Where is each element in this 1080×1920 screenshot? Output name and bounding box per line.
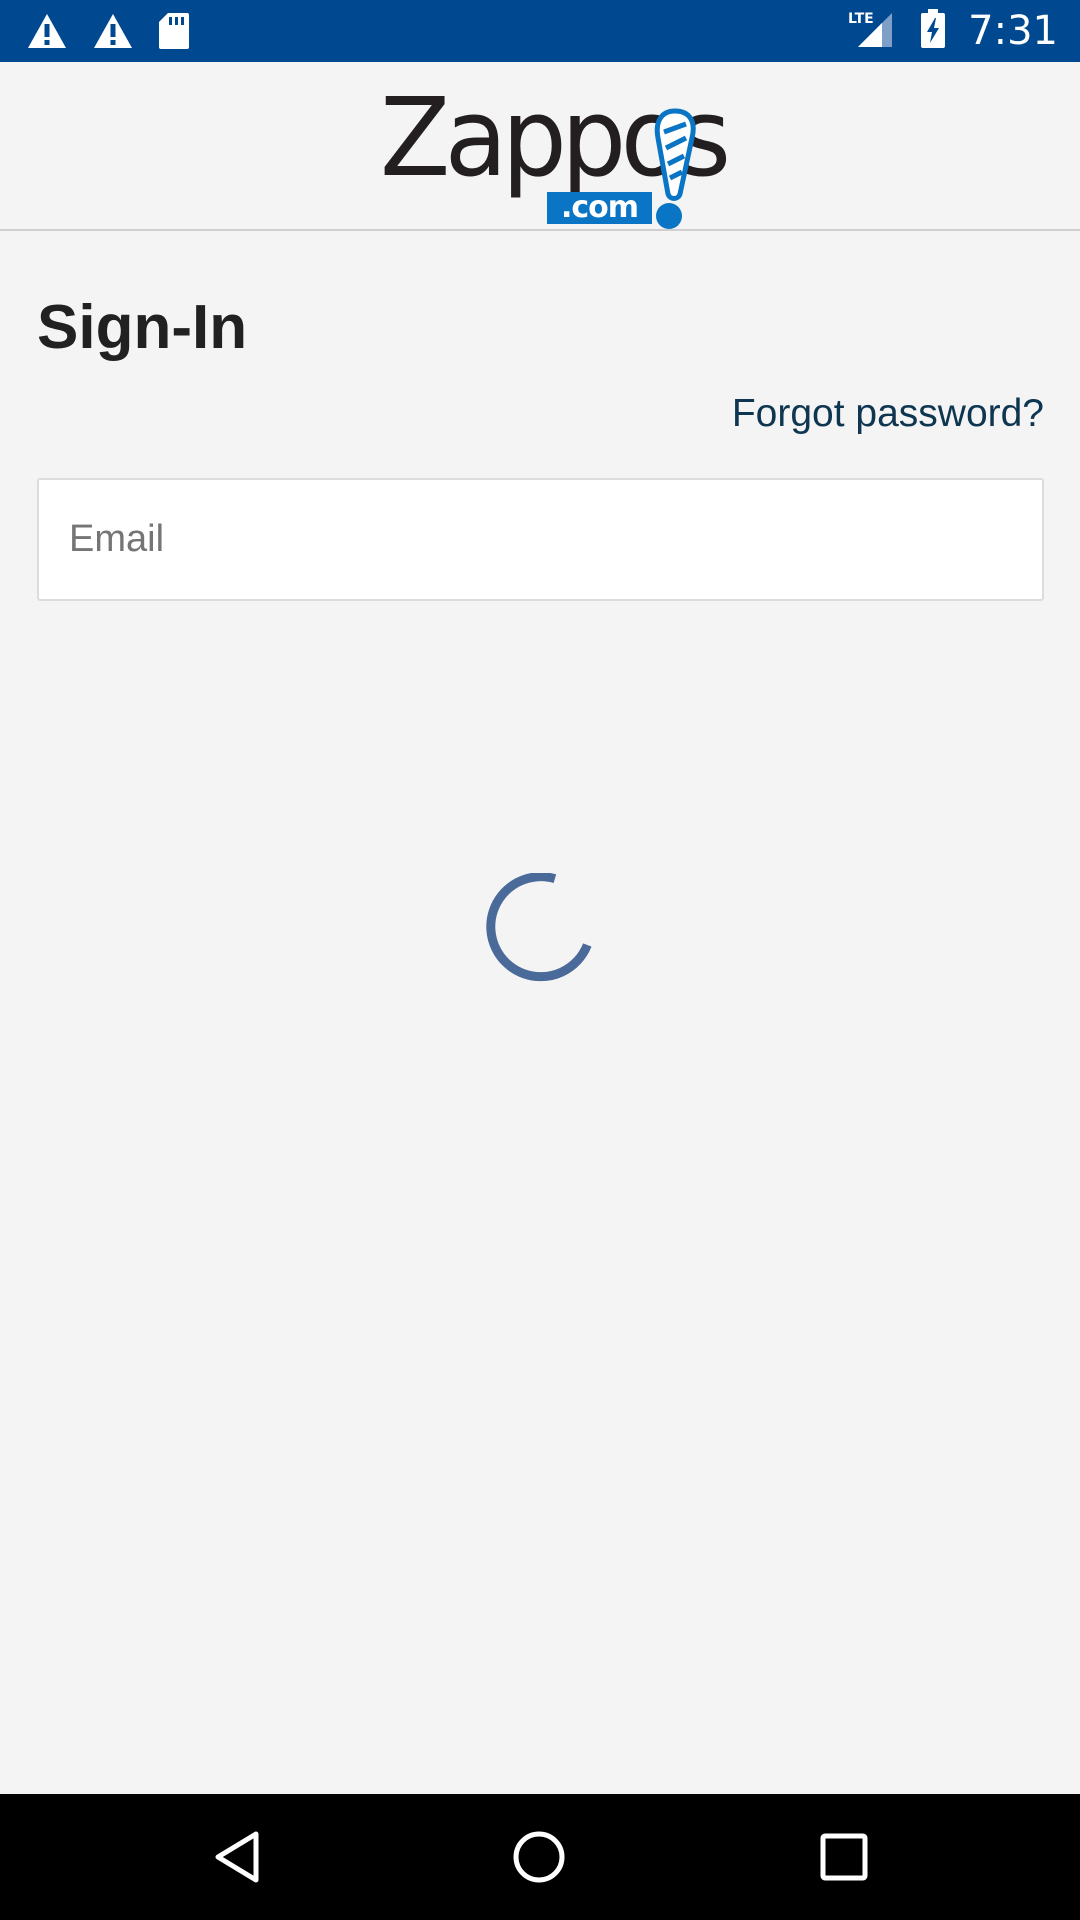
home-icon: [513, 1831, 565, 1883]
back-icon: [215, 1831, 259, 1883]
app-header: Zappos .com: [0, 62, 1080, 231]
logo-domain: .com: [547, 192, 652, 224]
loading-spinner-icon: [484, 872, 596, 985]
battery-charging-icon: [920, 8, 946, 54]
home-button[interactable]: [506, 1824, 572, 1890]
lte-signal-icon: LTE: [848, 9, 898, 54]
email-input[interactable]: [39, 480, 1042, 599]
page-title: Sign-In: [37, 293, 248, 362]
network-label: LTE: [848, 11, 874, 27]
warning-icon: [92, 12, 134, 55]
clock: 7:31: [968, 8, 1058, 54]
back-button[interactable]: [204, 1824, 270, 1890]
zappos-logo[interactable]: Zappos .com: [380, 76, 731, 229]
notification-icons: [26, 12, 190, 55]
status-bar: LTE 7:31: [0, 0, 1080, 62]
system-status: LTE 7:31: [848, 0, 1058, 62]
recents-icon: [820, 1833, 868, 1881]
recents-button[interactable]: [811, 1824, 877, 1890]
warning-icon: [26, 12, 68, 55]
sd-card-icon: [158, 12, 190, 55]
forgot-password-link[interactable]: Forgot password?: [732, 392, 1044, 436]
system-nav-bar: [0, 1794, 1080, 1920]
email-field[interactable]: [37, 478, 1044, 601]
shoe-exclamation-icon: [652, 108, 698, 237]
